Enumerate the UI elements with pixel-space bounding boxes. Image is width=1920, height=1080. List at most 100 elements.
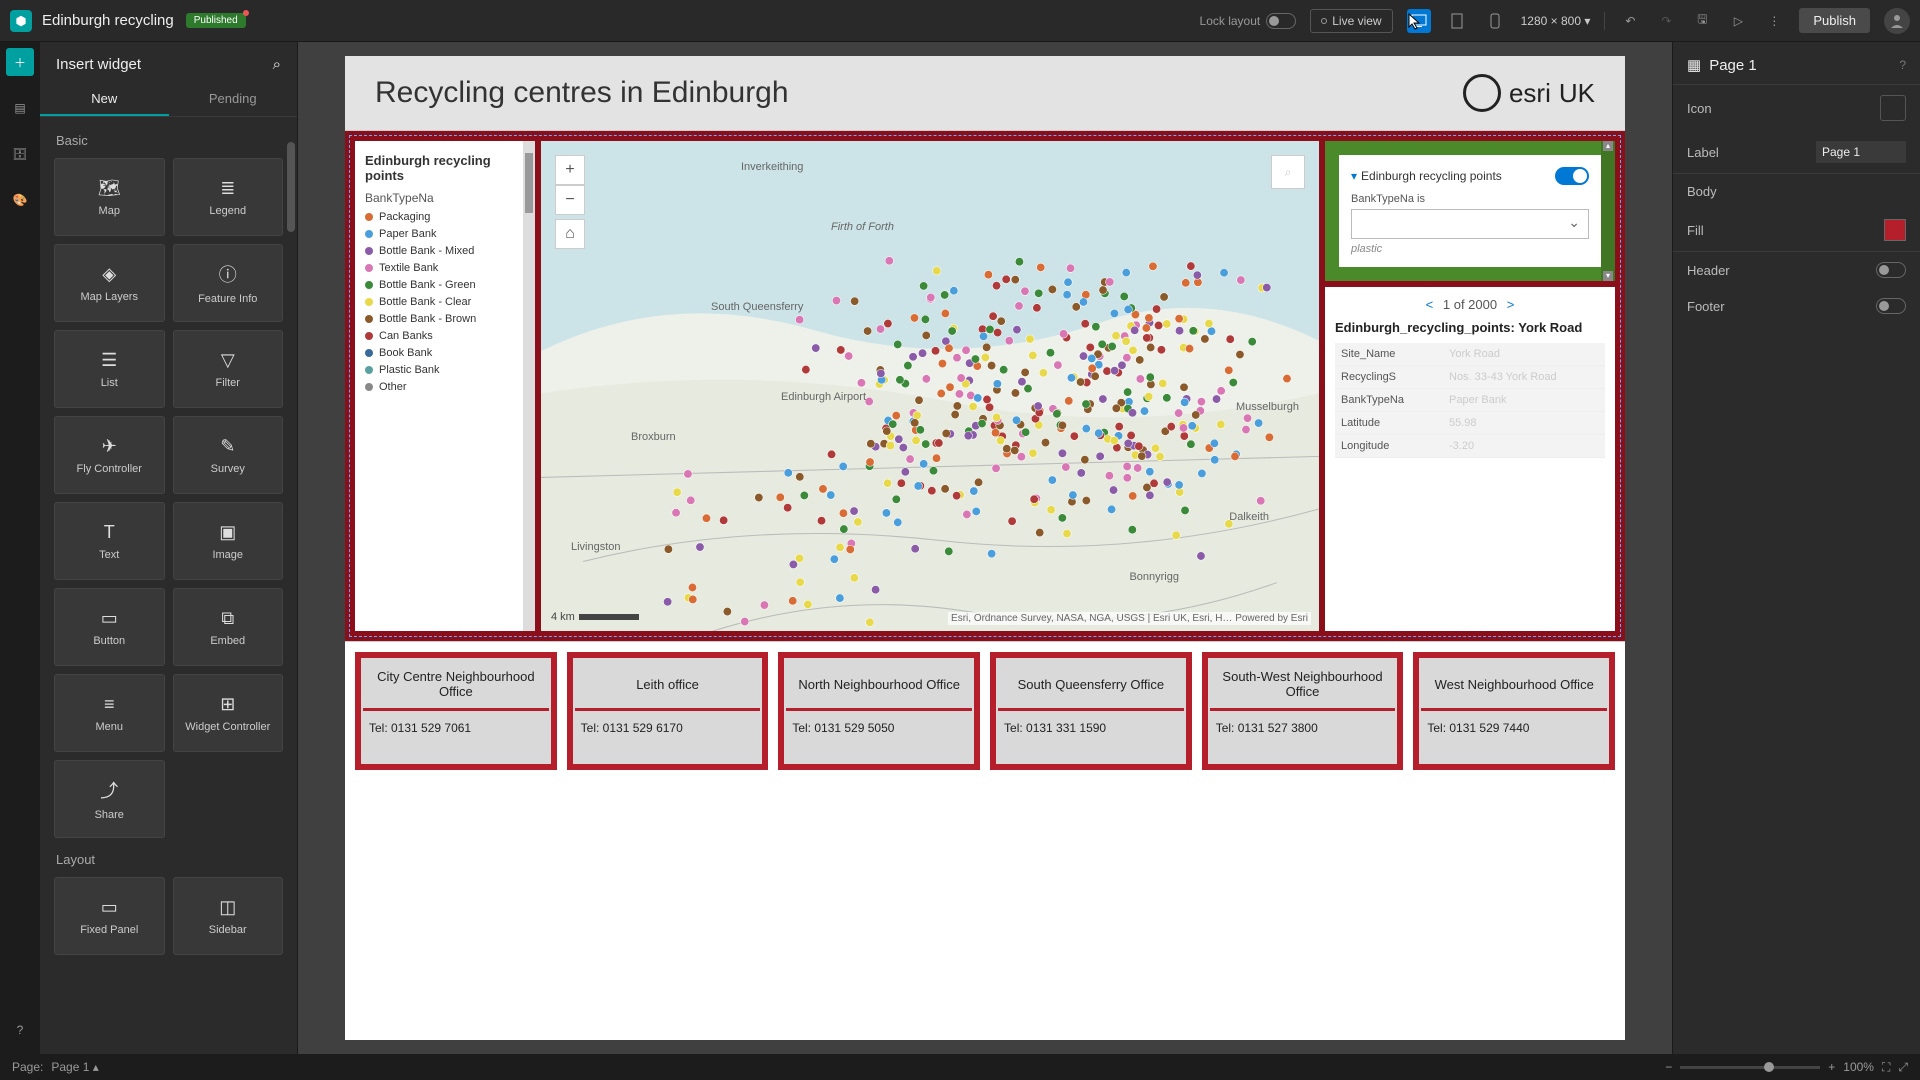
fit-button[interactable]: ⛶: [1882, 1060, 1890, 1075]
offices-row: City Centre Neighbourhood Office Tel: 013…: [345, 641, 1625, 780]
fullscreen-button[interactable]: ⤢: [1898, 1060, 1908, 1075]
widget-card[interactable]: ◈Map Layers: [54, 244, 165, 322]
publish-button[interactable]: Publish: [1799, 8, 1870, 33]
filter-widget[interactable]: ▾ Edinburgh recycling points BankTypeNa …: [1325, 141, 1615, 281]
device-tablet-button[interactable]: [1445, 9, 1469, 33]
widget-icon: ▭: [101, 897, 118, 918]
legend-scrollbar[interactable]: [523, 141, 535, 631]
legend-field: BankTypeNa: [365, 191, 525, 205]
lock-layout-toggle[interactable]: Lock layout: [1200, 13, 1297, 29]
scale-bar: 4 km: [551, 611, 639, 623]
widget-card[interactable]: ✎Survey: [173, 416, 284, 494]
fill-color-swatch[interactable]: [1884, 219, 1906, 241]
app-header-title: Recycling centres in Edinburgh: [375, 76, 789, 110]
published-badge: Published: [186, 13, 246, 28]
legend-dot-icon: [365, 315, 373, 323]
office-card[interactable]: City Centre Neighbourhood OfficeTel: 013…: [355, 652, 557, 770]
widget-label: Map: [99, 205, 120, 217]
map-search-button[interactable]: ⌕: [1271, 155, 1305, 189]
chevron-down-icon[interactable]: ▾: [1351, 169, 1357, 183]
scroll-down-icon[interactable]: ▾: [1603, 271, 1613, 281]
widget-icon: ☰: [101, 350, 117, 371]
widget-icon: ▣: [219, 522, 236, 543]
user-avatar[interactable]: [1884, 8, 1910, 34]
widget-icon: ⤴: [100, 777, 118, 803]
page-canvas[interactable]: Recycling centres in Edinburgh esri UK E…: [345, 56, 1625, 1040]
office-card[interactable]: North Neighbourhood OfficeTel: 0131 529 …: [778, 652, 980, 770]
filter-hint: plastic: [1351, 243, 1589, 255]
widget-card[interactable]: ⓘFeature Info: [173, 244, 284, 322]
help-icon[interactable]: ?: [1899, 58, 1906, 72]
office-name: City Centre Neighbourhood Office: [363, 660, 549, 708]
office-card[interactable]: West Neighbourhood OfficeTel: 0131 529 7…: [1413, 652, 1615, 770]
tab-pending[interactable]: Pending: [169, 83, 298, 116]
icon-picker[interactable]: [1880, 95, 1906, 121]
rail-help-button[interactable]: ?: [6, 1016, 34, 1044]
tab-new[interactable]: New: [40, 83, 169, 116]
filter-toggle[interactable]: [1555, 167, 1589, 185]
zoom-in[interactable]: +: [1828, 1060, 1835, 1074]
screen-size-dropdown[interactable]: 1280 × 800 ▾: [1521, 14, 1591, 28]
rail-theme-button[interactable]: 🎨: [6, 186, 34, 214]
widget-icon: ▽: [221, 350, 235, 371]
zoom-in-button[interactable]: +: [555, 155, 585, 185]
widget-card[interactable]: ✈Fly Controller: [54, 416, 165, 494]
widget-card[interactable]: ≡Menu: [54, 674, 165, 752]
widget-label: Fly Controller: [77, 463, 142, 475]
rail-data-button[interactable]: 🗄: [6, 140, 34, 168]
page-dropdown[interactable]: Page 1 ▴: [51, 1060, 98, 1074]
office-card[interactable]: South-West Neighbourhood OfficeTel: 0131…: [1202, 652, 1404, 770]
widget-card[interactable]: ⧉Embed: [173, 588, 284, 666]
rail-insert-button[interactable]: ＋: [6, 48, 34, 76]
widget-card[interactable]: ◫Sidebar: [173, 877, 284, 955]
scroll-up-icon[interactable]: ▴: [1603, 141, 1613, 151]
label-input[interactable]: [1816, 141, 1906, 163]
map-label: Livingston: [571, 541, 621, 553]
widget-card[interactable]: ⊞Widget Controller: [173, 674, 284, 752]
footer-toggle[interactable]: [1876, 298, 1906, 314]
widget-card[interactable]: ▣Image: [173, 502, 284, 580]
pager-prev[interactable]: <: [1426, 297, 1434, 312]
zoom-out[interactable]: −: [1665, 1060, 1672, 1074]
widget-card[interactable]: 🗺Map: [54, 158, 165, 236]
widget-card[interactable]: ⤴Share: [54, 760, 165, 838]
save-button[interactable]: 🖫: [1691, 10, 1713, 32]
scrollbar-thumb[interactable]: [287, 142, 295, 232]
filter-scrollbar[interactable]: ▴ ▾: [1601, 141, 1615, 281]
widget-card[interactable]: ▭Button: [54, 588, 165, 666]
legend-dot-icon: [365, 298, 373, 306]
toggle-icon: [1266, 13, 1296, 29]
feature-info-widget[interactable]: < 1 of 2000 > Edinburgh_recycling_points…: [1325, 287, 1615, 631]
preview-button[interactable]: ▷: [1727, 10, 1749, 32]
device-desktop-button[interactable]: [1407, 9, 1431, 33]
live-view-button[interactable]: Live view: [1310, 9, 1392, 33]
pager-next[interactable]: >: [1507, 297, 1515, 312]
legend-item: Plastic Bank: [365, 364, 525, 376]
zoom-slider[interactable]: [1680, 1066, 1820, 1069]
info-value: -3.20: [1443, 435, 1605, 458]
canvas-area: Recycling centres in Edinburgh esri UK E…: [298, 42, 1672, 1054]
device-mobile-button[interactable]: [1483, 9, 1507, 33]
footer-label: Footer: [1687, 299, 1725, 314]
info-key: RecyclingS: [1335, 366, 1443, 389]
legend-widget[interactable]: Edinburgh recycling points BankTypeNa Pa…: [355, 141, 535, 631]
widget-card[interactable]: ≣Legend: [173, 158, 284, 236]
undo-button[interactable]: ↶: [1619, 10, 1641, 32]
rail-page-button[interactable]: ▤: [6, 94, 34, 122]
home-button[interactable]: ⌂: [555, 219, 585, 249]
widget-card[interactable]: TText: [54, 502, 165, 580]
redo-button[interactable]: ↷: [1655, 10, 1677, 32]
office-tel: Tel: 0131 527 3800: [1210, 708, 1396, 762]
zoom-out-button[interactable]: −: [555, 185, 585, 215]
panel-search-button[interactable]: ⌕: [273, 56, 281, 73]
office-card[interactable]: South Queensferry OfficeTel: 0131 331 15…: [990, 652, 1192, 770]
widget-card[interactable]: ▽Filter: [173, 330, 284, 408]
widget-card[interactable]: ▭Fixed Panel: [54, 877, 165, 955]
filter-select[interactable]: [1351, 209, 1589, 239]
map-widget[interactable]: + − ⌂ ⌕ Inverkeithing Firth of Forth Sou…: [541, 141, 1319, 631]
widget-label: Survey: [211, 463, 245, 475]
header-toggle[interactable]: [1876, 262, 1906, 278]
more-button[interactable]: ⋮: [1763, 10, 1785, 32]
office-card[interactable]: Leith officeTel: 0131 529 6170: [567, 652, 769, 770]
widget-card[interactable]: ☰List: [54, 330, 165, 408]
